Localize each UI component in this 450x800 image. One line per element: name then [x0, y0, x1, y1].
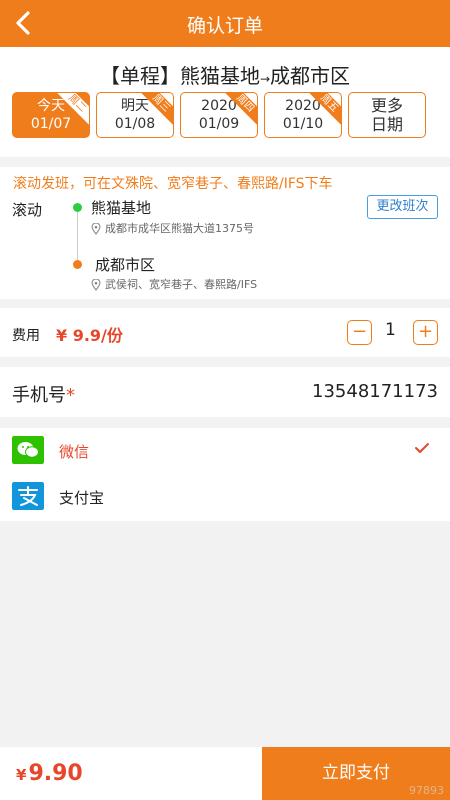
total-amount: 9.90	[28, 761, 83, 786]
destination-address: 武侯祠、宽窄巷子、春熙路/IFS	[91, 276, 257, 292]
date-value: 01/10	[282, 116, 324, 132]
phone-label-text: 手机号	[12, 385, 66, 406]
trip-type-label: 【单程】	[99, 64, 180, 88]
watermark: 97893	[409, 784, 444, 797]
total-price: ¥9.90	[16, 761, 83, 786]
checkmark-icon	[415, 443, 429, 453]
date-selector: 今天 01/07 周二 明天 01/08 周三 2020 01/09 周四 20…	[12, 92, 440, 140]
payment-methods: 微信 支付宝	[0, 428, 450, 521]
payment-option-name: 支付宝	[59, 489, 105, 507]
route-from: 熊猫基地	[179, 64, 260, 88]
date-option-0110[interactable]: 2020 01/10 周五	[264, 92, 342, 138]
date-option-tomorrow[interactable]: 明天 01/08 周三	[96, 92, 174, 138]
unit-price: ¥ 9.9/份	[56, 326, 123, 345]
payment-option-wechat[interactable]: 微信	[0, 428, 450, 473]
route-section: 【单程】熊猫基地→成都市区 今天 01/07 周二 明天 01/08 周三 20…	[0, 47, 450, 157]
top-bar: 确认订单	[0, 0, 450, 47]
origin-name: 熊猫基地	[91, 199, 152, 217]
wechat-icon	[12, 436, 44, 464]
phone-section: 手机号* 13548171173	[0, 367, 450, 417]
trip-section: 滚动发班，可在文殊院、宽窄巷子、春熙路/IFS下车 滚动 熊猫基地 成都市成华区…	[0, 167, 450, 299]
date-value: 01/09	[198, 116, 240, 132]
payment-option-name: 微信	[59, 443, 90, 461]
page-title: 确认订单	[186, 15, 263, 37]
date-value: 01/07	[30, 116, 72, 132]
decrease-quantity-button[interactable]: −	[347, 320, 372, 345]
route-line	[77, 209, 78, 264]
quantity-value: 1	[385, 320, 396, 340]
origin-dot	[73, 203, 82, 212]
location-pin-icon	[91, 223, 101, 235]
alipay-icon	[12, 482, 44, 510]
date-value: 01/08	[114, 116, 156, 132]
more-dates-line1: 更多	[370, 96, 403, 115]
origin-address-text: 成都市成华区熊猫大道1375号	[105, 222, 254, 235]
origin-address: 成都市成华区熊猫大道1375号	[91, 220, 254, 236]
trip-mode: 滚动	[12, 201, 43, 219]
fee-section: 费用 ¥ 9.9/份 − 1 +	[0, 308, 450, 357]
destination-address-text: 武侯祠、宽窄巷子、春熙路/IFS	[105, 278, 258, 291]
fee-label: 费用	[12, 328, 40, 344]
route-to: 成都市区	[270, 64, 351, 88]
payment-option-alipay[interactable]: 支付宝	[0, 474, 450, 519]
destination-name: 成都市区	[95, 256, 156, 274]
currency-symbol: ¥	[16, 766, 27, 784]
date-option-0109[interactable]: 2020 01/09 周四	[180, 92, 258, 138]
change-schedule-button[interactable]: 更改班次	[367, 195, 438, 219]
more-dates-line2: 日期	[370, 115, 403, 134]
required-mark: *	[66, 385, 75, 406]
route-arrow: →	[259, 72, 271, 86]
location-pin-icon	[91, 279, 101, 291]
phone-input[interactable]: 13548171173	[312, 381, 438, 402]
more-dates-button[interactable]: 更多 日期	[348, 92, 426, 138]
increase-quantity-button[interactable]: +	[413, 320, 438, 345]
bottom-bar: ¥9.90 立即支付 97893	[0, 747, 450, 800]
date-option-today[interactable]: 今天 01/07 周二	[12, 92, 90, 138]
schedule-notice: 滚动发班，可在文殊院、宽窄巷子、春熙路/IFS下车	[13, 176, 333, 192]
route-title: 【单程】熊猫基地→成都市区	[0, 60, 450, 89]
phone-label: 手机号*	[12, 381, 75, 407]
destination-dot	[73, 260, 82, 269]
